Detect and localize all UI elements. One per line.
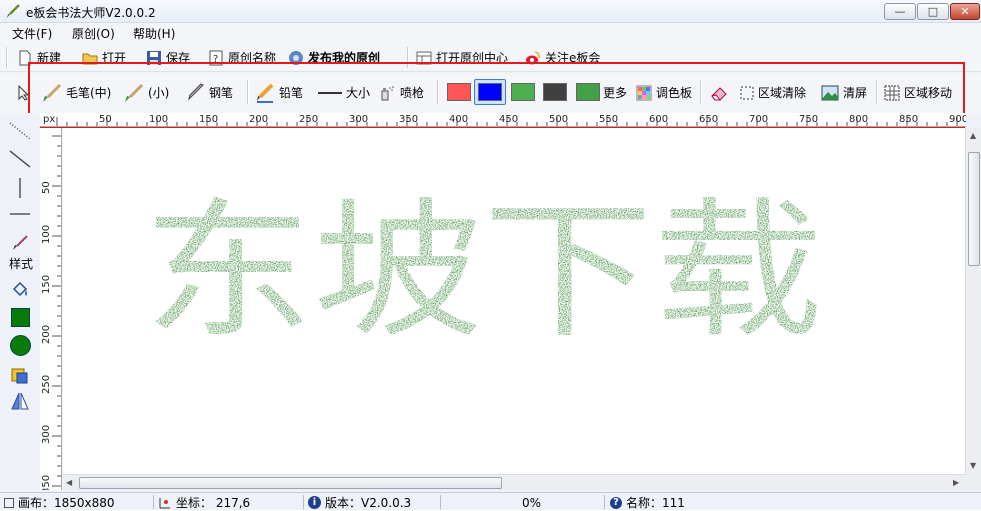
status-coordinates: 坐标： 217,6 (158, 495, 250, 510)
scroll-up-arrow[interactable]: ▲ (970, 131, 976, 140)
ruler-label: 800 (849, 114, 869, 125)
ruler-label: 250 (41, 374, 52, 394)
horizontal-ruler: px 50 100 150 200 250 300 350 400 450 500 550 600 65… (40, 113, 966, 127)
dotted-line-tool-icon[interactable] (8, 121, 32, 141)
mirror-tool-icon[interactable] (10, 391, 30, 411)
ruler-label: 200 (249, 114, 269, 125)
menu-help[interactable]: 帮助(H) (133, 25, 175, 42)
ruler-unit: px (43, 114, 56, 125)
close-button[interactable]: ✕ (950, 3, 980, 20)
ruler-label: 150 (199, 114, 219, 125)
ruler-label: 700 (749, 114, 769, 125)
status-divider (153, 495, 154, 509)
canvas-calligraphy-text: 东坡下载 (143, 185, 823, 359)
ruler-label: 750 (799, 114, 819, 125)
vertical-ruler: 50 100 150 200 250 300 350 (40, 128, 62, 490)
drawing-canvas[interactable]: 东坡下载 (63, 128, 965, 474)
menu-file[interactable]: 文件(F) (12, 25, 52, 42)
style-label: 样式 (9, 257, 34, 271)
status-canvas-size: 画布：1850x880 (4, 495, 115, 510)
window-title: e板会书法大师V2.0.0.2 (26, 6, 156, 20)
progress-text: 0% (522, 495, 542, 510)
ruler-label: 350 (41, 474, 52, 490)
status-name: ? 名称：111 (610, 495, 685, 510)
status-divider (604, 495, 605, 509)
scrollbar-corner (965, 474, 981, 490)
ruler-label: 50 (99, 114, 112, 125)
name-text: 名称：111 (626, 496, 685, 510)
menu-original[interactable]: 原创(O) (72, 25, 115, 42)
ruler-label: 900 (949, 114, 966, 125)
ruler-label: 200 (41, 324, 52, 344)
title-bar: e板会书法大师V2.0.0.2 — □ ✕ (0, 0, 981, 23)
horizontal-scroll-thumb[interactable] (79, 477, 502, 489)
brush-app-icon (7, 4, 20, 18)
status-progress: 0% (522, 495, 541, 510)
canvas-size-text: 画布：1850x880 (18, 496, 115, 510)
ruler-label: 600 (649, 114, 669, 125)
ruler-label: 100 (41, 224, 52, 244)
status-version: i 版本：V2.0.0.3 (308, 495, 411, 510)
ruler-label: 300 (349, 114, 369, 125)
scroll-down-arrow[interactable]: ▼ (970, 461, 976, 470)
horizontal-scrollbar[interactable]: ◀ ▶ (63, 474, 965, 490)
question-icon: ? (610, 496, 622, 509)
ruler-label: 850 (899, 114, 919, 125)
diagonal-line-tool-icon[interactable] (8, 149, 32, 169)
left-tool-panel: 样式 (0, 113, 40, 490)
maximize-button[interactable]: □ (917, 3, 949, 20)
status-divider (440, 495, 441, 509)
ruler-label: 250 (299, 114, 319, 125)
ruler-label: 300 (41, 424, 52, 444)
minimize-button[interactable]: — (884, 3, 916, 20)
ruler-label: 150 (41, 274, 52, 294)
vertical-scroll-thumb[interactable] (968, 152, 980, 266)
vertical-line-tool-icon[interactable] (8, 177, 32, 199)
gradient-tool-icon[interactable] (10, 365, 30, 385)
fill-color-circle[interactable] (10, 335, 31, 356)
coordinates-text: 坐标： 217,6 (176, 496, 251, 510)
ruler-label: 50 (41, 181, 52, 194)
ruler-label: 450 (499, 114, 519, 125)
style-brush-icon[interactable] (11, 235, 29, 251)
paint-bucket-icon[interactable] (10, 281, 30, 299)
app-window: e板会书法大师V2.0.0.2 — □ ✕ 文件(F) 原创(O) 帮助(H) … (0, 0, 981, 510)
ruler-label: 550 (599, 114, 619, 125)
scroll-left-arrow[interactable]: ◀ (66, 478, 72, 487)
ruler-label: 650 (699, 114, 719, 125)
ruler-label: 350 (399, 114, 419, 125)
status-divider (303, 495, 304, 509)
ruler-label: 400 (449, 114, 469, 125)
scroll-right-arrow[interactable]: ▶ (953, 478, 959, 487)
status-bar: 画布：1850x880 坐标： 217,6 i 版本：V2.0.0.3 0% ?… (0, 492, 981, 510)
version-text: 版本：V2.0.0.3 (325, 496, 412, 510)
canvas-size-icon (4, 497, 14, 508)
info-icon: i (308, 496, 321, 509)
calligraphy-ink-layer: 东坡下载 (143, 185, 823, 359)
vertical-scrollbar[interactable]: ▲ ▼ (965, 128, 981, 474)
handwritten-text-strokes: 东坡下载 (143, 185, 823, 359)
menu-bar: 文件(F) 原创(O) 帮助(H) (0, 23, 981, 43)
horizontal-line-tool-icon[interactable] (8, 207, 32, 221)
toolbar-grip (6, 47, 8, 68)
ruler-label: 100 (149, 114, 169, 125)
ruler-label: 500 (549, 114, 569, 125)
coordinates-icon (159, 497, 170, 508)
fill-color-square[interactable] (11, 308, 30, 327)
